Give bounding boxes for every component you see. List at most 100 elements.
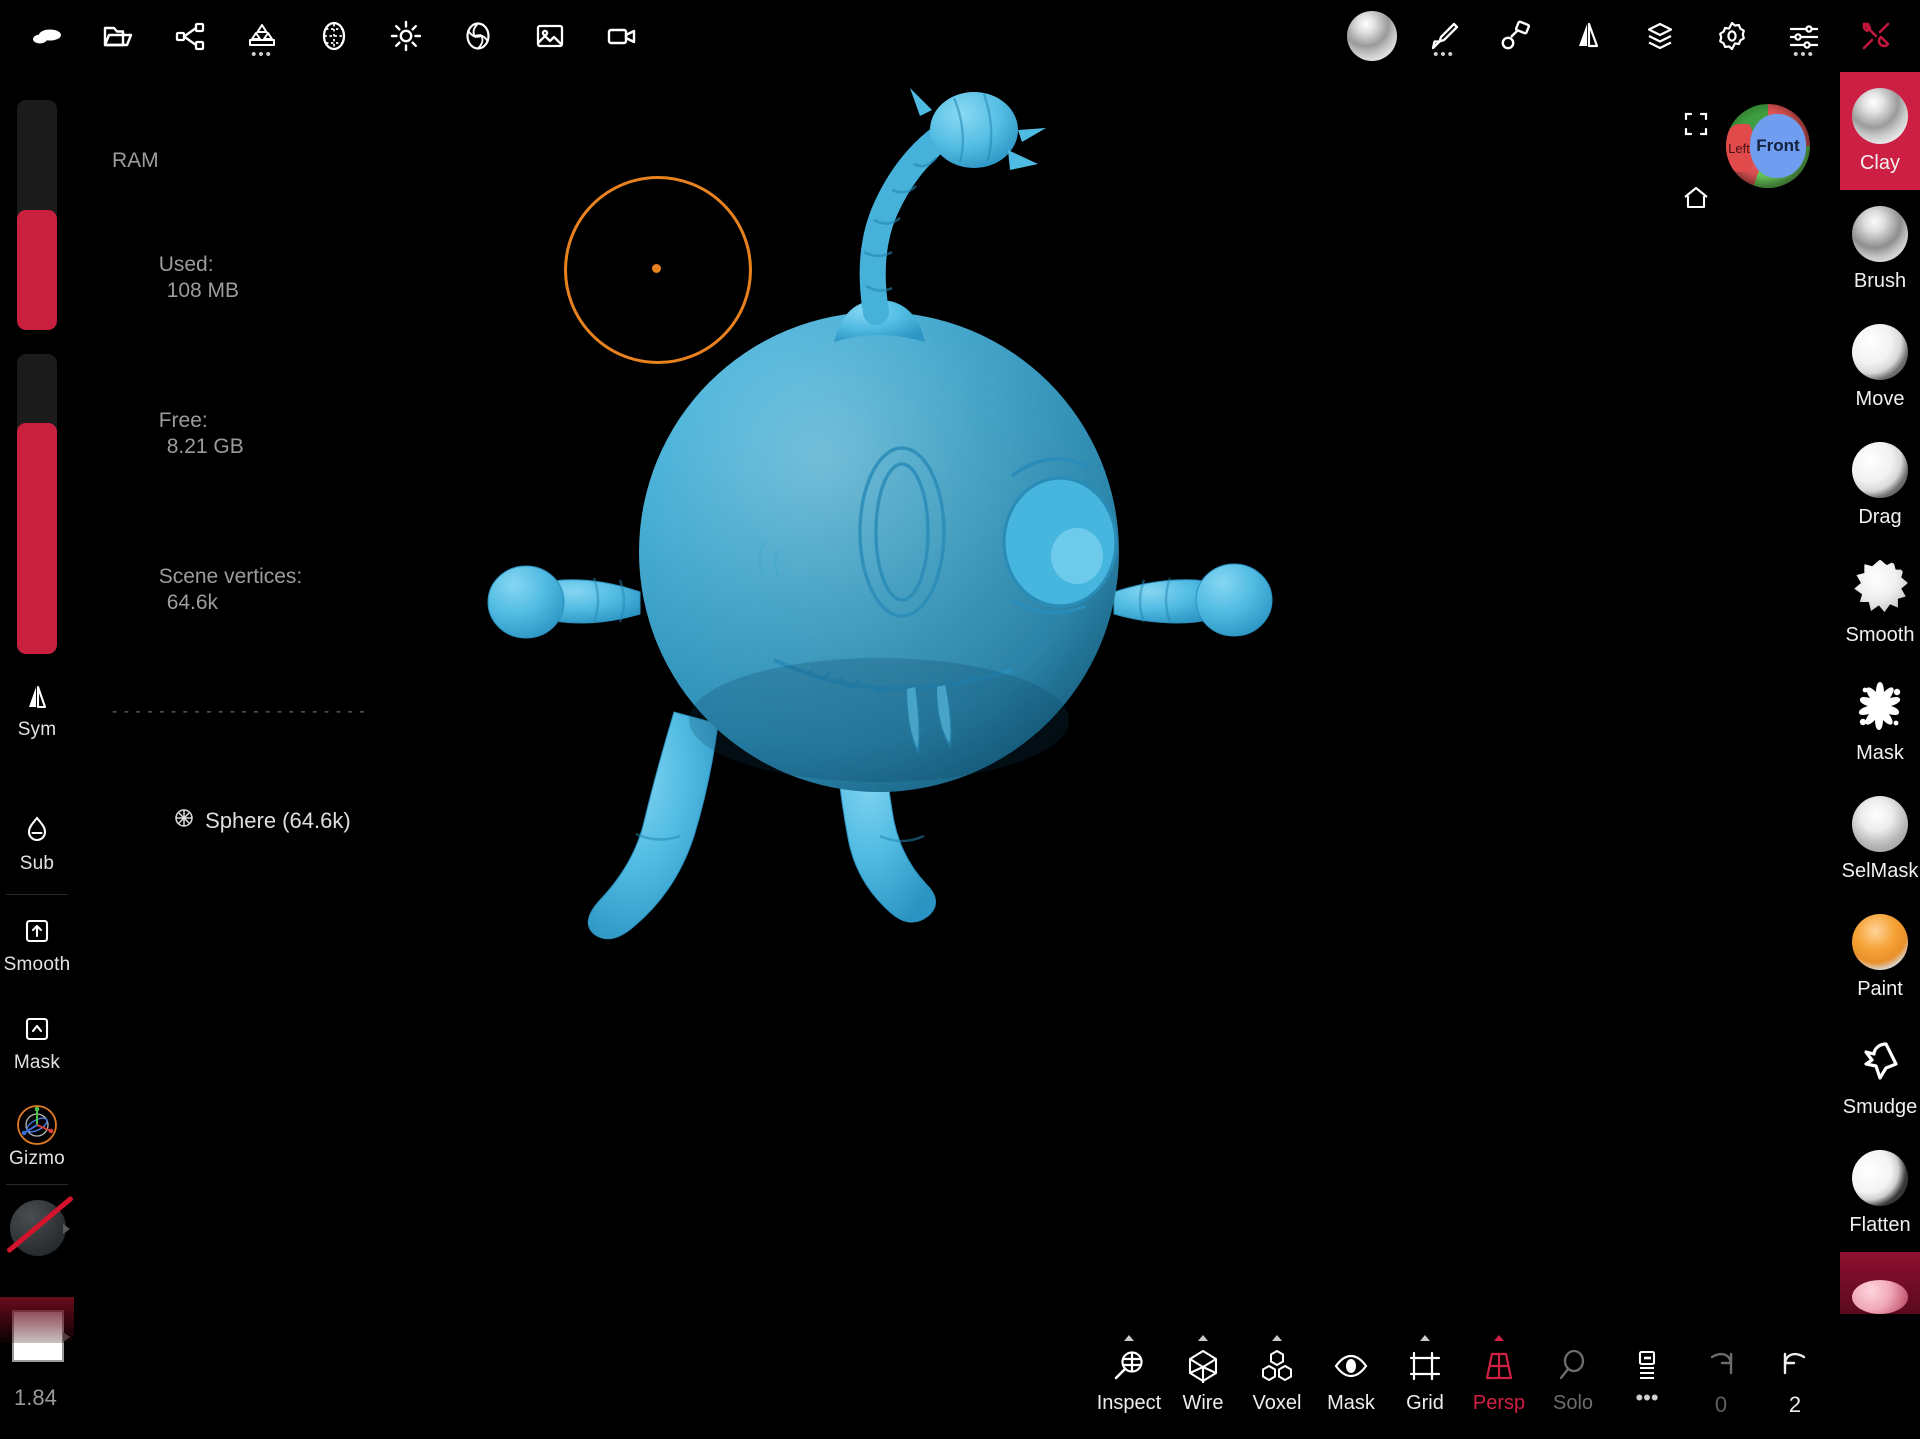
post-process-icon[interactable] [442,0,514,72]
primitives-icon[interactable]: ••• [226,0,298,72]
material-sphere-icon[interactable] [1336,0,1408,72]
mask-button[interactable]: Mask [0,1000,74,1082]
bottom-mask[interactable]: Mask [1314,1335,1388,1439]
persp-caret-icon [1494,1335,1504,1341]
wire-label: Wire [1182,1392,1224,1414]
gizmo-button[interactable]: Gizmo [0,1094,74,1180]
brush-move-label: Move [1855,387,1905,410]
brush-brush[interactable]: Brush [1840,190,1920,308]
brush-cursor-center-dot [652,264,661,273]
symmetry-mirror-icon [20,675,54,717]
brush-move-icon [1852,323,1908,380]
brush-drag-icon [1852,441,1908,498]
bottom-persp[interactable]: Persp [1462,1335,1536,1439]
solo-label: Solo [1552,1392,1594,1414]
brush-mask-icon [1852,678,1908,734]
brush-paint[interactable]: Paint [1840,898,1920,1016]
brush-flatten[interactable]: Flatten [1840,1134,1920,1252]
primitives-overflow-dots[interactable]: ••• [251,47,273,62]
bottom-voxel[interactable]: Voxel [1240,1335,1314,1439]
mask-label: Mask [13,1052,61,1073]
brush-drag[interactable]: Drag [1840,426,1920,544]
voxel-icon [1258,1343,1296,1389]
undo-count: 2 [1788,1392,1802,1417]
inspect-caret-icon [1124,1335,1134,1341]
brush-selmask-icon [1852,795,1908,852]
top-toolbar: ••• ••• ••• [0,0,1920,72]
history-list-icon [1629,1343,1665,1389]
material-expand-arrow-icon[interactable] [63,1224,70,1234]
undo-arrow-icon [1776,1343,1814,1389]
brush-clay-icon [1852,87,1908,144]
axis-gizmo-icon [15,1104,59,1146]
material-swatch[interactable] [0,1192,74,1266]
bottom-more[interactable]: ••• [1610,1335,1684,1439]
folder-open-icon[interactable] [82,0,154,72]
brush-icon[interactable]: ••• [1408,0,1480,72]
mask-label-bottom: Mask [1327,1392,1375,1414]
share-nodes-icon[interactable] [154,0,226,72]
sculpted-creature-model[interactable] [74,72,1840,1335]
inspect-label: Inspect [1096,1392,1162,1414]
drop-minus-icon [20,809,54,851]
brush-mask[interactable]: Mask [1840,662,1920,780]
brush-selmask-label: SelMask [1841,859,1919,882]
brush-smudge-label: Smudge [1842,1095,1918,1118]
key-caret-icon [20,1008,54,1050]
brush-brush-icon [1852,205,1908,262]
brush-selmask[interactable]: SelMask [1840,780,1920,898]
brush-paint-label: Paint [1857,977,1903,1000]
solo-magnifier-icon [1554,1343,1592,1389]
brush-smudge-icon [1852,1032,1908,1088]
bottom-toolbar: Inspect Wire Voxel Mask Grid Persp Solo … [74,1335,1840,1439]
bottom-wire[interactable]: Wire [1166,1335,1240,1439]
brush-move[interactable]: Move [1840,308,1920,426]
undo-button[interactable]: 2 [1758,1335,1832,1439]
brush-clay[interactable]: Clay [1840,72,1920,190]
grid-icon [1406,1343,1444,1389]
paint-roller-icon[interactable] [1480,0,1552,72]
brush-next-partial[interactable] [1840,1252,1920,1314]
tools-wrench-icon[interactable] [1840,0,1912,72]
camera-icon[interactable] [586,0,658,72]
sym-button[interactable]: Sym [0,666,74,750]
nomad-sculpt-window: ••• ••• ••• Sym Sub Smooth Mask Gizmo 1.… [0,0,1920,1439]
background-image-icon[interactable] [514,0,586,72]
redo-arrow-icon [1702,1343,1740,1389]
brush-radius-slider[interactable] [17,100,57,330]
smooth-button[interactable]: Smooth [0,902,74,984]
redo-button[interactable]: 0 [1684,1335,1758,1439]
grid-caret-icon [1420,1335,1430,1341]
brush-overflow-dots[interactable]: ••• [1433,47,1455,62]
grid-label: Grid [1406,1392,1444,1414]
symmetry-mirror-icon[interactable] [1552,0,1624,72]
lighting-icon[interactable] [370,0,442,72]
sliders-overflow-dots[interactable]: ••• [1793,47,1815,62]
brush-value-readout: 1.84 [14,1385,57,1410]
viewport-3d[interactable]: RAM Used: 108 MB Free: 8.21 GB Scene ver… [74,72,1840,1335]
voxel-caret-icon [1272,1335,1282,1341]
brush-smooth-label: Smooth [1845,623,1915,646]
bottom-grid[interactable]: Grid [1388,1335,1462,1439]
wire-caret-icon [1198,1335,1208,1341]
brush-smudge[interactable]: Smudge [1840,1016,1920,1134]
brush-brush-label: Brush [1853,269,1907,292]
gizmo-label: Gizmo [9,1148,65,1169]
redo-count: 0 [1714,1392,1728,1417]
nomad-logo-icon[interactable] [10,0,82,72]
smooth-label: Smooth [3,954,71,975]
brush-smooth[interactable]: Smooth [1840,544,1920,662]
brush-smooth-icon [1854,559,1908,613]
top-toolbar-right-group: ••• ••• [1336,0,1912,72]
perspective-icon [1480,1343,1518,1389]
bottom-solo[interactable]: Solo [1536,1335,1610,1439]
bottom-inspect[interactable]: Inspect [1092,1335,1166,1439]
sliders-icon[interactable]: ••• [1768,0,1840,72]
brush-intensity-slider[interactable] [17,354,57,654]
gear-icon[interactable] [1696,0,1768,72]
wireframe-icon [1184,1343,1222,1389]
matcap-sphere-icon[interactable] [298,0,370,72]
brush-paint-icon [1852,913,1908,970]
sub-button[interactable]: Sub [0,800,74,884]
layers-icon[interactable] [1624,0,1696,72]
